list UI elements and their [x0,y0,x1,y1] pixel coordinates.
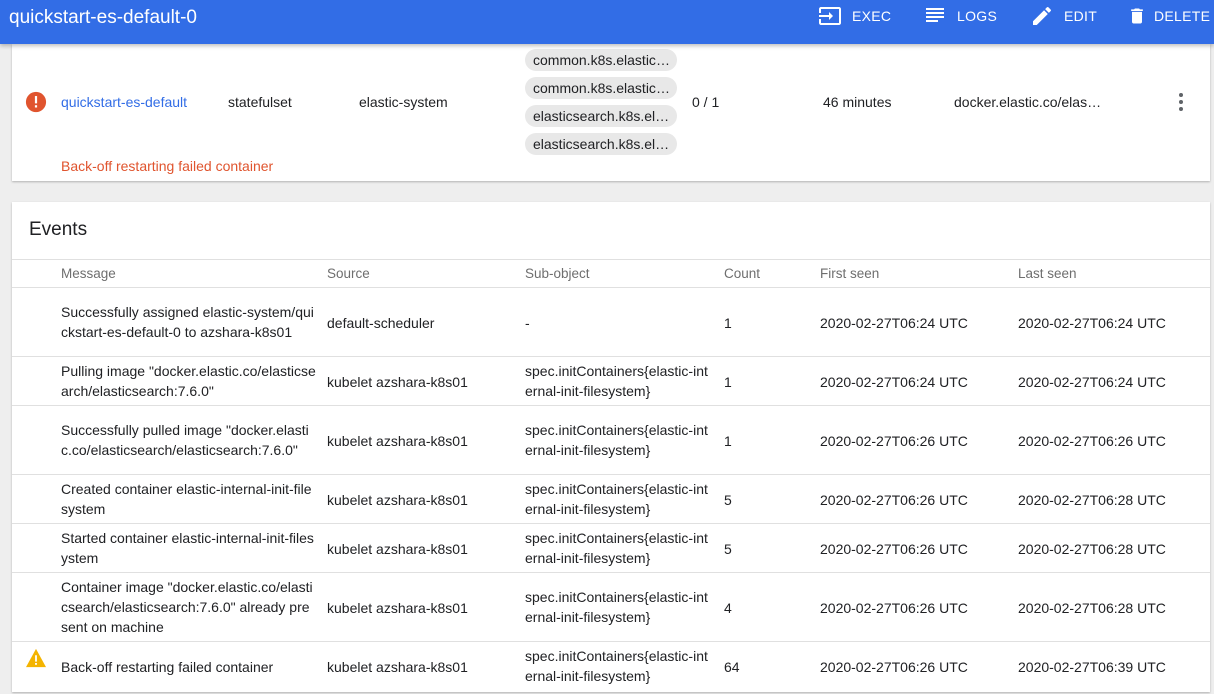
logs-button[interactable]: LOGS [923,0,997,32]
column-header-subobject[interactable]: Sub-object [525,266,590,281]
event-first-seen: 2020-02-27T06:26 UTC [820,540,968,557]
event-last-seen: 2020-02-27T06:28 UTC [1018,599,1166,616]
event-last-seen: 2020-02-27T06:28 UTC [1018,491,1166,508]
event-source: default-scheduler [327,314,435,331]
event-message: Successfully pulled image "docker.elasti… [61,422,309,458]
event-last-seen: 2020-02-27T06:26 UTC [1018,432,1166,449]
event-count: 1 [724,314,732,331]
trash-icon [1131,8,1143,24]
event-first-seen: 2020-02-27T06:24 UTC [820,314,968,331]
event-message: Pulling image "docker.elastic.co/elastic… [61,363,316,399]
event-message: Container image "docker.elastic.co/elast… [61,579,313,635]
event-first-seen: 2020-02-27T06:26 UTC [820,599,968,616]
event-last-seen: 2020-02-27T06:24 UTC [1018,314,1166,331]
event-count: 5 [724,540,732,557]
event-source: kubelet azshara-k8s01 [327,540,468,557]
event-first-seen: 2020-02-27T06:26 UTC [820,491,968,508]
event-message: Back-off restarting failed container [61,658,274,675]
event-source: kubelet azshara-k8s01 [327,599,468,616]
delete-button[interactable]: DELETE [1127,0,1210,32]
event-last-seen: 2020-02-27T06:28 UTC [1018,540,1166,557]
label-chip: elasticsearch.k8s.ela… [525,105,677,127]
pod-namespace: elastic-system [359,94,448,110]
pod-error-message: Back-off restarting failed container [61,158,274,174]
event-last-seen: 2020-02-27T06:24 UTC [1018,373,1166,390]
event-subobject: spec.initContainers{elastic-internal-ini… [525,589,708,625]
logs-icon [926,8,944,22]
column-header-count[interactable]: Count [724,266,760,281]
pod-owner-link[interactable]: quickstart-es-default [61,94,187,110]
pod-summary-card: quickstart-es-default statefulset elasti… [12,44,1210,181]
column-header-first-seen[interactable]: First seen [820,266,879,281]
edit-icon [1033,6,1052,26]
event-subobject: spec.initContainers{elastic-internal-ini… [525,648,708,684]
label-chip: common.k8s.elastic.… [525,49,677,71]
label-chip: elasticsearch.k8s.ela… [525,133,677,155]
event-subobject: spec.initContainers{elastic-internal-ini… [525,422,708,458]
warning-icon [26,648,46,668]
event-count: 1 [724,432,732,449]
label-chip: common.k8s.elastic.… [525,77,677,99]
top-toolbar: quickstart-es-default-0 EXEC LOGS EDIT D… [0,0,1214,44]
table-row: Created container elastic-internal-init-… [12,475,1210,524]
pod-kind: statefulset [228,94,292,110]
table-row: Back-off restarting failed container kub… [12,642,1210,691]
exec-label: EXEC [852,8,892,24]
page-title: quickstart-es-default-0 [9,7,197,28]
column-header-message[interactable]: Message [61,266,116,281]
table-row: Successfully pulled image "docker.elasti… [12,406,1210,475]
event-first-seen: 2020-02-27T06:26 UTC [820,432,968,449]
event-source: kubelet azshara-k8s01 [327,491,468,508]
edit-button[interactable]: EDIT [1030,0,1097,32]
column-header-last-seen[interactable]: Last seen [1018,266,1077,281]
column-header-source[interactable]: Source [327,266,370,281]
table-row: Pulling image "docker.elastic.co/elastic… [12,357,1210,406]
event-first-seen: 2020-02-27T06:24 UTC [820,373,968,390]
table-row: Successfully assigned elastic-system/qui… [12,288,1210,357]
event-source: kubelet azshara-k8s01 [327,432,468,449]
event-count: 5 [724,491,732,508]
delete-label: DELETE [1154,8,1211,24]
pod-image: docker.elastic.co/elas… [954,94,1102,110]
exec-button[interactable]: EXEC [818,0,891,32]
event-count: 4 [724,599,732,616]
event-subobject: - [525,314,530,331]
table-row: Started container elastic-internal-init-… [12,524,1210,573]
events-table: Message Source Sub-object Count First se… [12,259,1210,691]
event-last-seen: 2020-02-27T06:39 UTC [1018,658,1166,675]
event-source: kubelet azshara-k8s01 [327,373,468,390]
event-source: kubelet azshara-k8s01 [327,658,468,675]
event-message: Successfully assigned elastic-system/qui… [61,304,314,340]
events-table-header: Message Source Sub-object Count First se… [12,259,1210,288]
event-message: Created container elastic-internal-init-… [61,481,312,517]
event-subobject: spec.initContainers{elastic-internal-ini… [525,481,708,517]
pod-age: 46 minutes [823,94,892,110]
edit-label: EDIT [1064,8,1098,24]
event-count: 1 [724,373,732,390]
table-row: Container image "docker.elastic.co/elast… [12,573,1210,642]
events-card: Events Message Source Sub-object Count F… [12,202,1210,692]
events-title: Events [29,219,88,240]
event-message: Started container elastic-internal-init-… [61,530,314,566]
event-first-seen: 2020-02-27T06:26 UTC [820,658,968,675]
event-subobject: spec.initContainers{elastic-internal-ini… [525,530,708,566]
exec-icon [819,7,841,25]
more-vert-icon[interactable] [1169,90,1193,114]
pod-count: 0 / 1 [692,94,720,110]
logs-label: LOGS [957,8,998,24]
error-icon [25,91,47,113]
event-count: 64 [724,658,740,675]
event-subobject: spec.initContainers{elastic-internal-ini… [525,363,708,399]
